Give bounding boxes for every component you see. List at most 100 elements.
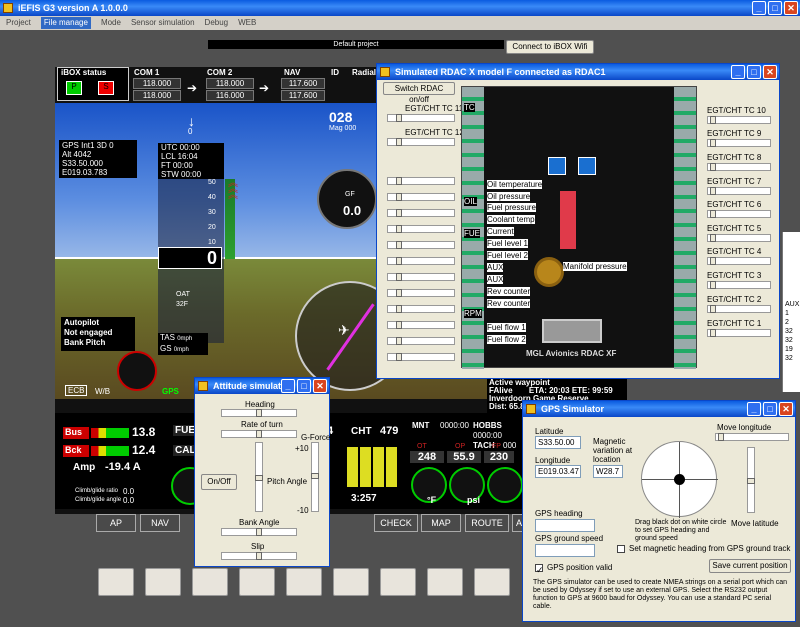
attitude-minimize-button[interactable]: _ (281, 379, 295, 393)
rdac-right-slider[interactable] (707, 257, 771, 265)
rdac-close-button[interactable]: ✕ (763, 65, 777, 79)
rdac-slider-fuel1[interactable] (387, 257, 455, 265)
gps-heading-circle[interactable] (641, 441, 718, 518)
rdac-maximize-button[interactable]: □ (747, 65, 761, 79)
pitch-slider[interactable] (255, 442, 263, 512)
rdac-right-slider[interactable] (707, 210, 771, 218)
com2-standby[interactable]: 116.000 (206, 90, 254, 101)
com2-swap-icon[interactable]: ➔ (259, 81, 269, 95)
rdac-right-slider[interactable] (707, 329, 771, 337)
com1-swap-icon[interactable]: ➔ (187, 81, 197, 95)
rdac-right-slider[interactable] (707, 116, 771, 124)
potentiometer-2[interactable] (578, 157, 596, 175)
rdac-slider-fuel-press[interactable] (387, 209, 455, 217)
rdac-slider-rev2[interactable] (387, 337, 455, 345)
rdac-slider-oil-temp[interactable] (387, 177, 455, 185)
rdac-right-slider[interactable] (707, 234, 771, 242)
hardware-key-2[interactable] (145, 568, 181, 596)
menu-project[interactable]: Project (6, 17, 31, 29)
gps-minimize-button[interactable]: _ (747, 402, 761, 416)
set-mag-heading-checkbox[interactable] (617, 545, 625, 553)
gps-lon: E019.03.783 (62, 168, 108, 177)
minimize-button[interactable]: _ (752, 1, 766, 15)
heading-dot-icon[interactable] (674, 474, 685, 485)
wb-label[interactable]: W/B (95, 387, 110, 396)
com2-label: COM 2 (207, 68, 233, 77)
attitude-onoff-button[interactable]: On/Off (201, 474, 237, 490)
rdac-right-slider[interactable] (707, 163, 771, 171)
gforce-slider[interactable] (311, 442, 319, 512)
rdac-right-slider[interactable] (707, 139, 771, 147)
autopilot-box[interactable]: Autopilot Not engaged Bank Pitch (61, 317, 135, 351)
rdac-right-slider[interactable] (707, 305, 771, 313)
hardware-key-4[interactable] (239, 568, 275, 596)
gs-value: 0mph (173, 347, 189, 353)
menu-mode[interactable]: Mode (101, 17, 121, 29)
gps-heading-input[interactable] (535, 519, 595, 532)
check-button[interactable]: CHECK (374, 514, 418, 532)
maximize-button[interactable]: □ (768, 1, 782, 15)
dip-switch[interactable] (560, 191, 576, 249)
longitude-input[interactable]: E019.03.47 (535, 465, 581, 478)
rdac-slider-tc12[interactable] (387, 138, 455, 146)
hardware-key-1[interactable] (98, 568, 134, 596)
rdac-right-slider[interactable] (707, 281, 771, 289)
rdac-slider-aux2[interactable] (387, 305, 455, 313)
rdac-minimize-button[interactable]: _ (731, 65, 745, 79)
bck-bar (91, 446, 129, 456)
rdac-right-label: EGT/CHT TC 5 (707, 224, 762, 233)
nav-active[interactable]: 117.600 (281, 78, 325, 89)
gps-maximize-button[interactable]: □ (763, 402, 777, 416)
rdac-slider-coolant[interactable] (387, 225, 455, 233)
switch-rdac-button[interactable]: Switch RDAC on/off (383, 82, 455, 104)
hardware-key-7[interactable] (380, 568, 416, 596)
menu-web[interactable]: WEB (238, 17, 256, 29)
menu-sensor-simulation[interactable]: Sensor simulation (131, 17, 195, 29)
menu-debug[interactable]: Debug (205, 17, 229, 29)
heading-slider[interactable] (221, 409, 297, 417)
ecb-label[interactable]: ECB (65, 385, 88, 396)
com1-label: COM 1 (134, 68, 160, 77)
rdac-slider-current[interactable] (387, 241, 455, 249)
route-button[interactable]: ROUTE (465, 514, 509, 532)
hardware-key-5[interactable] (286, 568, 322, 596)
com1-standby[interactable]: 118.000 (133, 90, 181, 101)
hardware-key-8[interactable] (427, 568, 463, 596)
move-longitude-slider[interactable] (715, 433, 789, 441)
hardware-key-6[interactable] (333, 568, 369, 596)
rdac-slider-fuel2[interactable] (387, 273, 455, 281)
ap-button[interactable]: AP (96, 514, 136, 532)
attitude-close-button[interactable]: ✕ (313, 379, 327, 393)
bank-angle-slider[interactable] (221, 528, 297, 536)
nav-button[interactable]: NAV (140, 514, 180, 532)
rdac-slider-rev1[interactable] (387, 321, 455, 329)
rdac-slider-tc11[interactable] (387, 114, 455, 122)
attitude-maximize-button[interactable]: □ (297, 379, 311, 393)
rdac-slider-ff1[interactable] (387, 353, 455, 361)
magvar-input[interactable]: W28.7 (593, 465, 623, 478)
map-button[interactable]: MAP (421, 514, 461, 532)
rate-of-turn-slider[interactable] (221, 430, 297, 438)
close-button[interactable]: ✕ (784, 1, 798, 15)
latitude-input[interactable]: S33.50.00 (535, 436, 581, 449)
hardware-key-9[interactable] (474, 568, 510, 596)
latitude-label: Latitude (535, 427, 564, 436)
save-position-button[interactable]: Save current position (709, 559, 791, 573)
gps-close-button[interactable]: ✕ (779, 402, 793, 416)
com2-active[interactable]: 118.000 (206, 78, 254, 89)
menu-file-manage[interactable]: File manage (40, 17, 91, 29)
gps-valid-checkbox[interactable]: ✓ (535, 564, 544, 575)
tas-value: 0mph (177, 336, 193, 342)
move-latitude-slider[interactable] (747, 447, 755, 513)
com1-active[interactable]: 118.000 (133, 78, 181, 89)
hardware-key-3[interactable] (192, 568, 228, 596)
gps-speed-input[interactable] (535, 544, 595, 557)
cht-value: 479 (380, 425, 399, 437)
connect-ibox-button[interactable]: Connect to iBOX Wifi (506, 40, 594, 54)
nav-standby[interactable]: 117.600 (281, 90, 325, 101)
slip-slider[interactable] (221, 552, 297, 560)
potentiometer-1[interactable] (548, 157, 566, 175)
rdac-slider-oil-press[interactable] (387, 193, 455, 201)
rdac-right-slider[interactable] (707, 187, 771, 195)
rdac-slider-aux1[interactable] (387, 289, 455, 297)
